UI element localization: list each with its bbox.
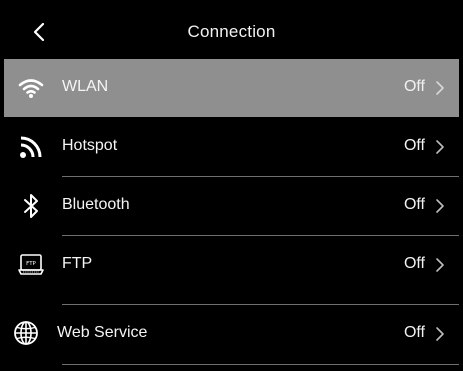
ftp-icon: FTP [17,251,45,279]
status-value: Off [403,196,425,213]
list-item-hotspot[interactable]: Hotspot Off [4,118,459,176]
list-item-bluetooth[interactable]: Bluetooth Off [4,177,459,235]
list-item-ftp[interactable]: FTP FTP Off [4,236,459,294]
globe-icon [12,319,40,347]
bluetooth-icon [17,192,45,220]
chevron-right-icon [436,81,444,95]
list-item-label: WLAN [62,78,109,95]
list-item-label: FTP [62,255,93,272]
hotspot-icon [17,133,45,161]
chevron-right-icon [436,140,444,154]
list-item-web-service[interactable]: Web Service Off [4,305,459,363]
header: Connection [4,6,459,59]
list-item-label: Hotspot [62,137,118,154]
chevron-right-icon [436,199,444,213]
wifi-icon [17,74,45,102]
status-value: Off [403,137,425,154]
status-value: Off [403,324,425,341]
svg-text:FTP: FTP [26,261,36,267]
status-value: Off [403,78,425,95]
divider [62,364,459,365]
status-value: Off [403,255,425,272]
list-item-wlan[interactable]: WLAN Off [4,59,459,117]
chevron-right-icon [436,258,444,272]
list-item-label: Bluetooth [62,196,130,213]
page-title: Connection [187,22,276,41]
list-item-label: Web Service [57,324,148,341]
chevron-right-icon [436,327,444,341]
